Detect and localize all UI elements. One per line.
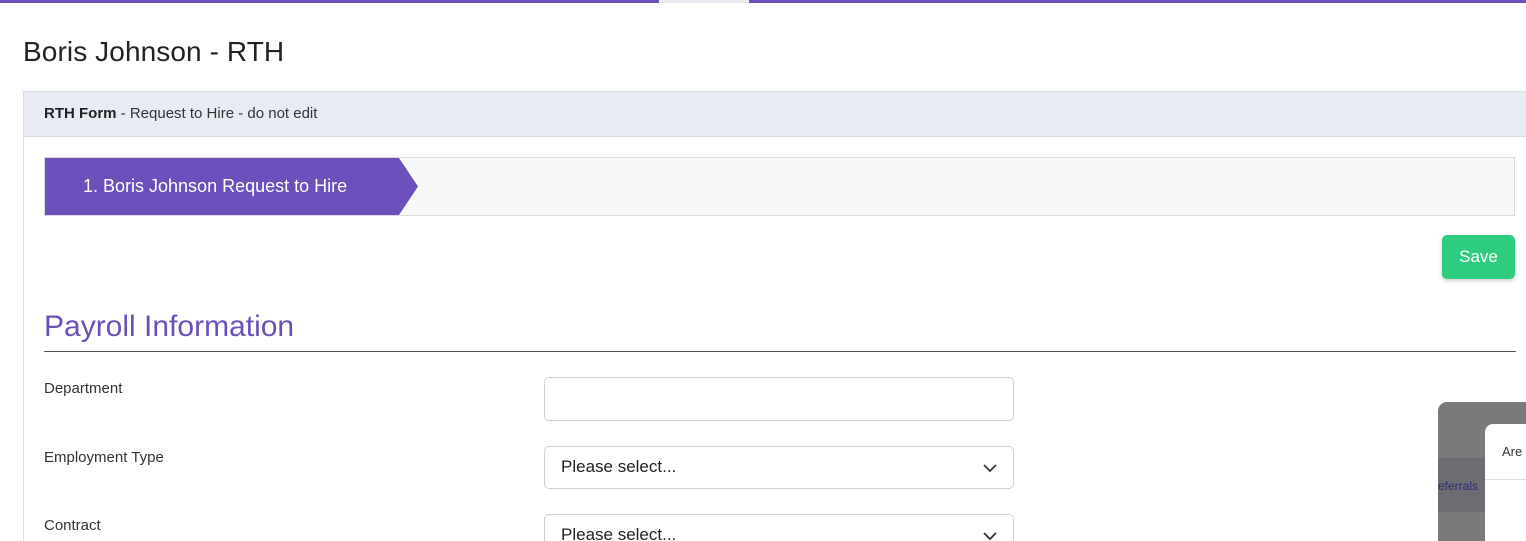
employment-type-label: Employment Type: [44, 449, 164, 466]
step-label: 1. Boris Johnson Request to Hire: [83, 176, 348, 196]
overlay-dialog-text: Are: [1502, 444, 1523, 459]
overlay-dialog-panel[interactable]: Are: [1485, 424, 1526, 541]
overlay-divider: [1485, 479, 1526, 480]
form-description: - Request to Hire - do not edit: [116, 105, 318, 122]
page-title: Boris Johnson - RTH: [23, 36, 285, 67]
department-input[interactable]: [544, 377, 1014, 421]
contract-value: Please select...: [561, 525, 677, 541]
form-name: RTH Form: [44, 105, 117, 122]
section-divider: [44, 351, 1516, 352]
department-label: Department: [44, 380, 123, 397]
overlay-strip-text: eferrals: [1438, 479, 1479, 493]
contract-select[interactable]: Please select...: [544, 514, 1014, 541]
floating-overlay-widget[interactable]: eferrals Are: [1438, 402, 1526, 541]
employment-type-select[interactable]: Please select...: [544, 446, 1014, 489]
form-stepper: 1. Boris Johnson Request to Hire: [44, 157, 1515, 216]
top-tab-indicator[interactable]: [659, 0, 749, 3]
contract-label: Contract: [44, 517, 101, 534]
card-header: RTH Form - Request to Hire - do not edit: [24, 92, 1526, 137]
chevron-down-icon: [983, 464, 997, 473]
employment-type-value: Please select...: [561, 457, 677, 476]
rth-form-card: RTH Form - Request to Hire - do not edit…: [23, 91, 1526, 541]
top-accent-bar: [0, 0, 1526, 3]
chevron-down-icon: [983, 532, 997, 541]
section-title: Payroll Information: [44, 310, 295, 343]
step-1-tab[interactable]: 1. Boris Johnson Request to Hire: [45, 158, 418, 215]
save-button[interactable]: Save: [1442, 235, 1515, 279]
